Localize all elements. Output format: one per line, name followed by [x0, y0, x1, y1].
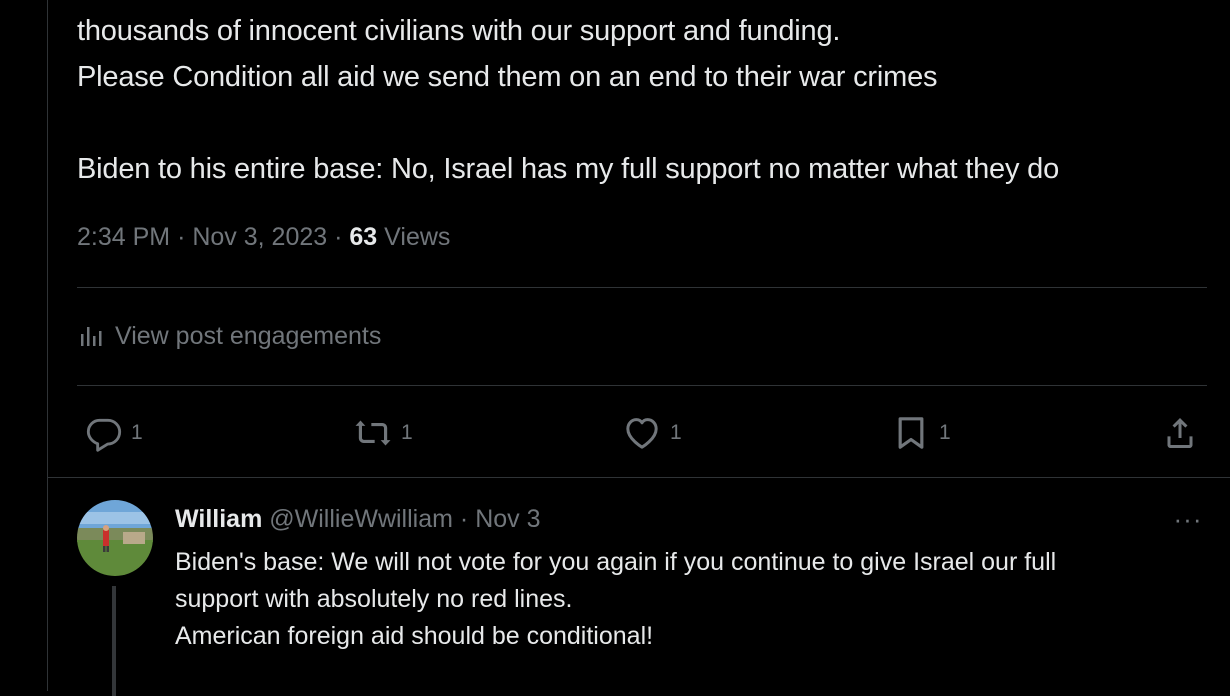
bookmark-count: 1 — [939, 421, 951, 444]
meta-separator: · — [334, 223, 343, 251]
like-button[interactable]: 1 — [622, 410, 682, 456]
view-engagements-label: View post engagements — [115, 321, 382, 350]
reply-text-line: American foreign aid should be condition… — [175, 622, 654, 650]
repost-count: 1 — [401, 421, 413, 444]
reply-button[interactable]: 1 — [85, 410, 143, 456]
divider — [77, 385, 1207, 386]
post-text-line: thousands of innocent civilians with our… — [77, 15, 841, 47]
post-time[interactable]: 2:34 PM — [77, 223, 170, 251]
reply-header: William @WillieWwilliam · Nov 3 — [175, 502, 541, 536]
views-label: Views — [384, 223, 451, 251]
reply-text-line: Biden's base: We will not vote for you a… — [175, 548, 1057, 576]
post-date[interactable]: Nov 3, 2023 — [192, 223, 327, 251]
share-icon — [1167, 418, 1193, 448]
share-button[interactable] — [1160, 410, 1200, 456]
post-text-line: Biden to his entire base: No, Israel has… — [77, 153, 1059, 185]
divider — [77, 287, 1207, 288]
like-count: 1 — [670, 421, 682, 444]
avatar-image — [77, 500, 153, 576]
reply-body: Biden's base: We will not vote for you a… — [175, 544, 1215, 655]
avatar[interactable] — [77, 500, 153, 576]
thread-connector — [112, 586, 116, 696]
view-engagements-button[interactable]: View post engagements — [77, 316, 381, 356]
repost-button[interactable]: 1 — [353, 410, 413, 456]
post-meta: 2:34 PM · Nov 3, 2023 · 63 Views — [77, 220, 450, 254]
post-text-blank-line — [77, 100, 1217, 146]
reply-icon — [86, 418, 122, 452]
divider — [47, 477, 1230, 478]
reply-count: 1 — [131, 421, 143, 444]
reply-date[interactable]: Nov 3 — [475, 505, 540, 533]
post-text-line: Please Condition all aid we send them on… — [77, 61, 938, 93]
repost-icon — [355, 420, 391, 446]
bookmark-button[interactable]: 1 — [891, 410, 951, 456]
bookmark-icon — [898, 417, 924, 449]
more-options-button[interactable]: ··· — [1168, 502, 1208, 536]
views-count: 63 — [349, 223, 378, 251]
reply-author-handle[interactable]: @WillieWwilliam — [269, 505, 453, 533]
reply-author-name[interactable]: William — [175, 505, 262, 533]
meta-separator: · — [459, 505, 469, 533]
reply-text-line: support with absolutely no red lines. — [175, 585, 573, 613]
post-action-bar: 1 1 1 1 — [85, 410, 1205, 456]
analytics-icon — [81, 327, 102, 346]
meta-separator: · — [177, 223, 186, 251]
heart-icon — [626, 418, 658, 449]
post-body: thousands of innocent civilians with our… — [77, 8, 1217, 192]
